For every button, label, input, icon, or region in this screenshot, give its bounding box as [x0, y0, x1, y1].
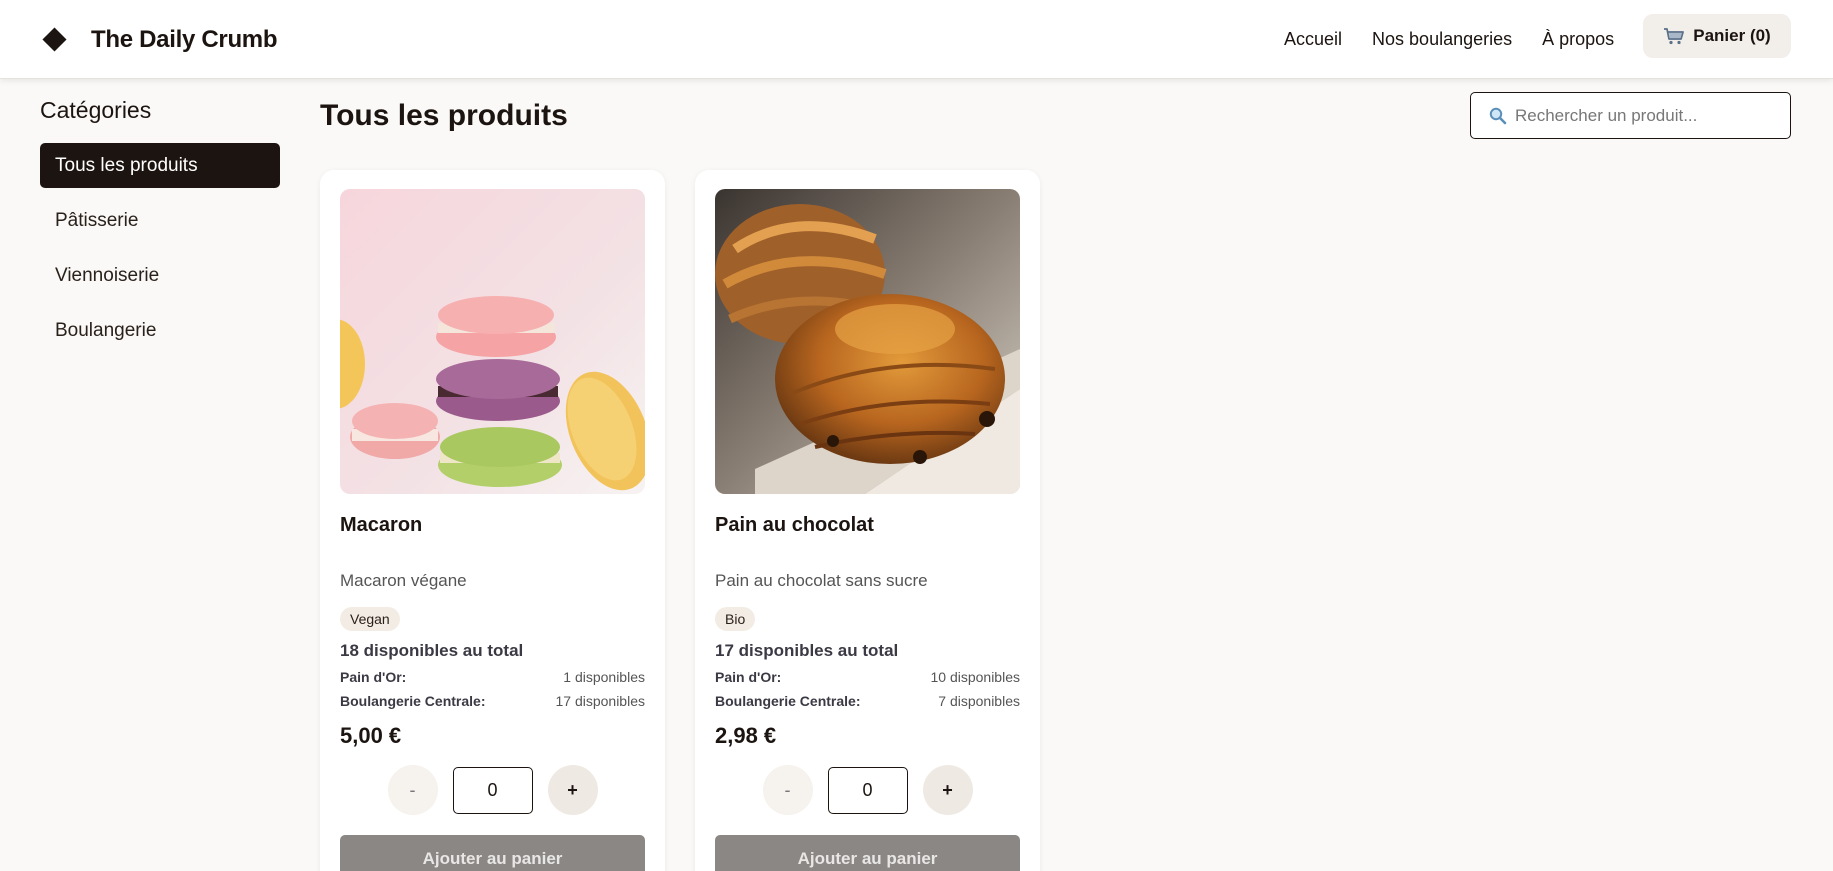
main-nav: Accueil Nos boulangeries À propos	[1284, 0, 1644, 79]
stock-row: Pain d'Or: 1 disponibles	[340, 669, 645, 685]
sidebar-title: Catégories	[40, 97, 152, 123]
product-description: Pain au chocolat sans sucre	[715, 571, 928, 590]
stock-store-qty: 7 disponibles	[938, 693, 1020, 709]
stock-store-name: Boulangerie Centrale:	[715, 693, 861, 709]
nav-link-boulangeries[interactable]: Nos boulangeries	[1372, 29, 1512, 50]
sidebar-item-viennoiserie[interactable]: Viennoiserie	[40, 253, 280, 298]
stock-store-qty: 1 disponibles	[563, 669, 645, 685]
sidebar-item-boulangerie[interactable]: Boulangerie	[40, 308, 280, 353]
add-to-cart-button[interactable]: Ajouter au panier	[340, 835, 645, 871]
product-tag: Vegan	[340, 607, 400, 631]
quantity-input[interactable]	[827, 766, 908, 814]
sidebar-item-tous-les-produits[interactable]: Tous les produits	[40, 143, 280, 188]
brand-name: The Daily Crumb	[91, 25, 278, 53]
product-price: 5,00 €	[340, 723, 402, 748]
search-input[interactable]	[1515, 105, 1775, 126]
stock-row: Boulangerie Centrale: 17 disponibles	[340, 693, 645, 709]
sidebar-item-patisserie[interactable]: Pâtisserie	[40, 198, 280, 243]
cart-button[interactable]: Panier (0)	[1643, 14, 1791, 58]
stock-store-name: Pain d'Or:	[715, 669, 782, 685]
quantity-decrease-button[interactable]: -	[387, 765, 438, 815]
stock-store-qty: 10 disponibles	[930, 669, 1020, 685]
product-card-macaron: Macaron Macaron végane Vegan 18 disponib…	[320, 170, 665, 871]
add-to-cart-button[interactable]: Ajouter au panier	[715, 835, 1020, 871]
top-navbar: The Daily Crumb Accueil Nos boulangeries…	[0, 0, 1833, 79]
quantity-increase-button[interactable]: +	[922, 765, 973, 815]
quantity-decrease-button[interactable]: -	[762, 765, 813, 815]
stock-total: 18 disponibles au total	[340, 641, 524, 660]
product-price: 2,98 €	[715, 723, 777, 748]
product-name: Pain au chocolat	[715, 514, 874, 536]
category-sidebar: Catégories Tous les produits Pâtisserie …	[40, 79, 280, 363]
stock-store-qty: 17 disponibles	[555, 693, 645, 709]
quantity-input[interactable]	[452, 766, 533, 814]
nav-link-a-propos[interactable]: À propos	[1542, 29, 1614, 50]
stock-store-name: Boulangerie Centrale:	[340, 693, 486, 709]
product-card-pain-au-chocolat: Pain au chocolat Pain au chocolat sans s…	[695, 170, 1040, 871]
search-icon	[1489, 107, 1507, 124]
product-name: Macaron	[340, 514, 423, 536]
product-description: Macaron végane	[340, 571, 467, 590]
product-tag: Bio	[715, 607, 756, 631]
stock-row: Pain d'Or: 10 disponibles	[715, 669, 1020, 685]
stock-total: 17 disponibles au total	[715, 641, 899, 660]
stock-row: Boulangerie Centrale: 7 disponibles	[715, 693, 1020, 709]
product-image-pain-au-chocolat	[715, 189, 1020, 494]
search-box	[1470, 92, 1791, 139]
logo-diamond-icon	[42, 27, 67, 52]
quantity-increase-button[interactable]: +	[547, 765, 598, 815]
quantity-stepper: - +	[715, 765, 1020, 815]
nav-link-accueil[interactable]: Accueil	[1284, 29, 1342, 50]
quantity-stepper: - +	[340, 765, 645, 815]
product-image-macaron	[340, 189, 645, 494]
stock-store-name: Pain d'Or:	[340, 669, 407, 685]
page-title: Tous les produits	[320, 99, 568, 132]
cart-icon	[1664, 28, 1685, 45]
brand[interactable]: The Daily Crumb	[40, 0, 278, 79]
cart-label: Panier (0)	[1693, 26, 1771, 45]
